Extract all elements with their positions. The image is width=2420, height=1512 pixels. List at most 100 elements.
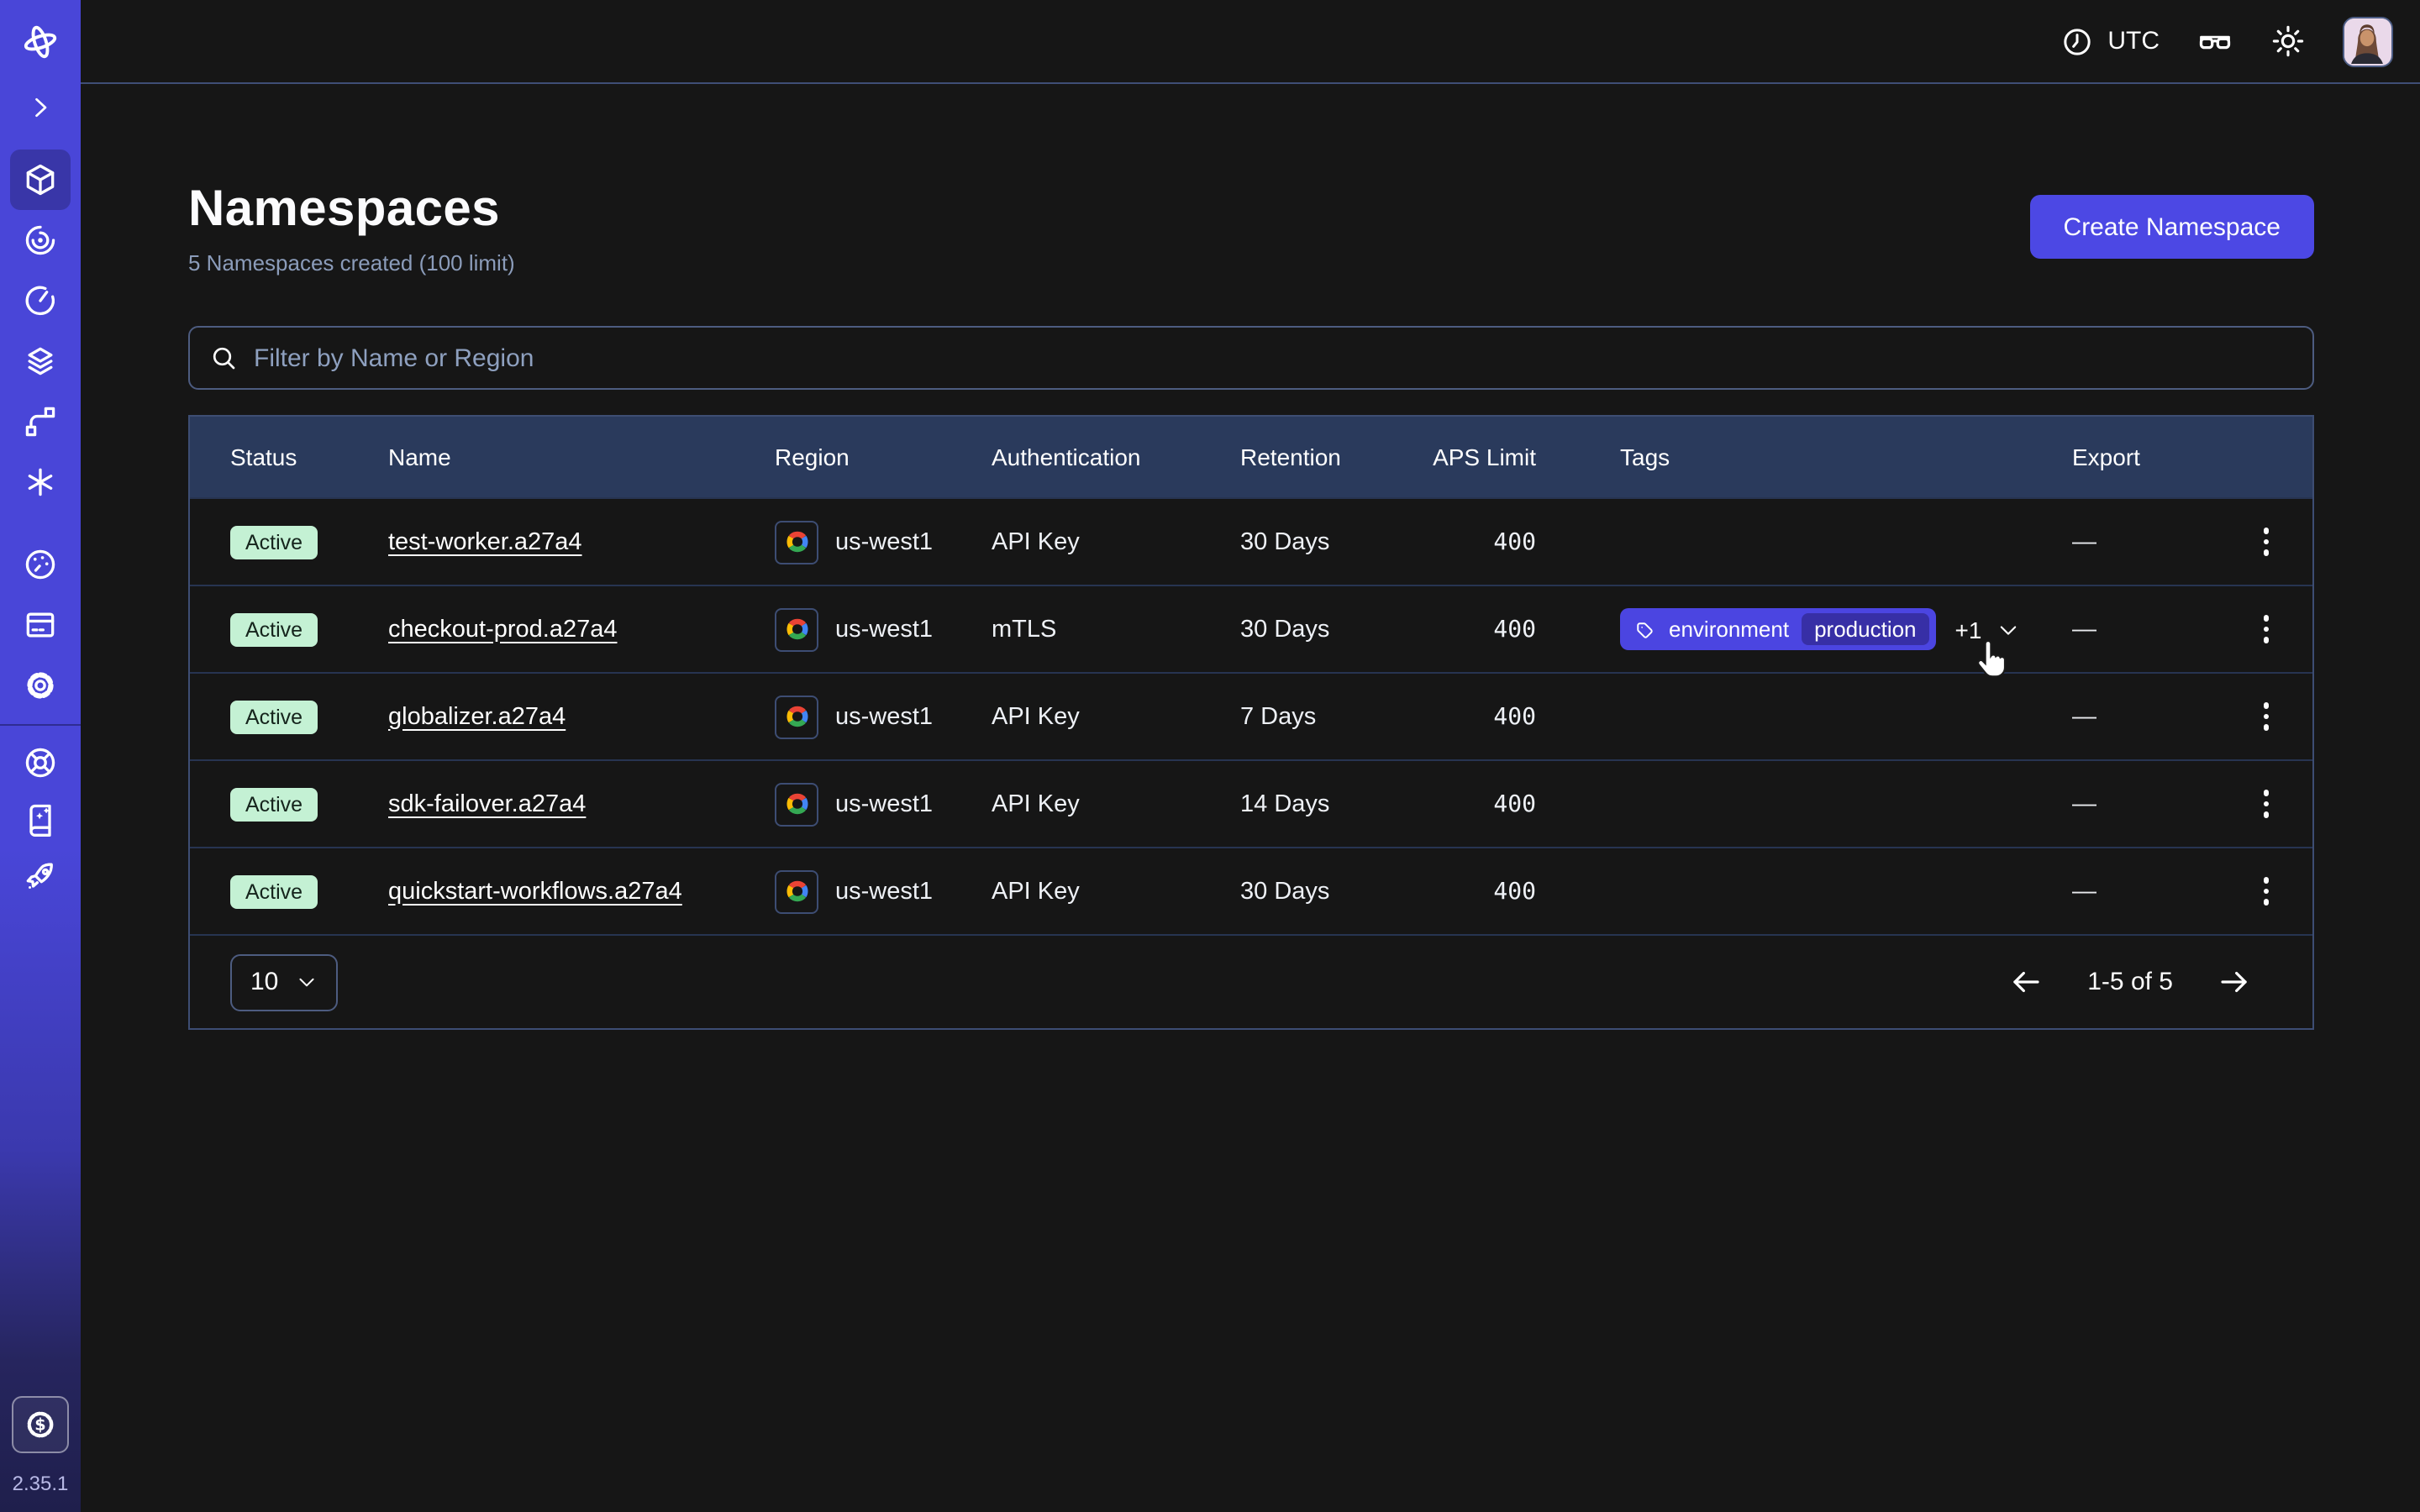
app-version: 2.35.1 bbox=[13, 1472, 69, 1495]
card-icon bbox=[22, 606, 59, 643]
col-tags: Tags bbox=[1536, 444, 2072, 470]
export-value: — bbox=[2072, 878, 2223, 905]
chevron-down-icon[interactable] bbox=[1996, 617, 2020, 641]
table-row: Active quickstart-workflows.a27a4 us-wes… bbox=[190, 847, 2312, 934]
auth-label: API Key bbox=[992, 528, 1240, 555]
auth-label: API Key bbox=[992, 878, 1240, 905]
region-label: us-west1 bbox=[835, 616, 933, 643]
row-menu-button[interactable] bbox=[2256, 784, 2275, 825]
aps-limit-value: 400 bbox=[1430, 528, 1536, 555]
region-label: us-west1 bbox=[835, 790, 933, 817]
export-value: — bbox=[2072, 790, 2223, 817]
row-menu-button[interactable] bbox=[2256, 609, 2275, 650]
timezone-selector[interactable]: UTC bbox=[2060, 24, 2160, 58]
namespace-link[interactable]: quickstart-workflows.a27a4 bbox=[388, 878, 682, 905]
sidebar-expand-button[interactable] bbox=[10, 77, 71, 138]
prev-page-button[interactable] bbox=[2008, 964, 2044, 1000]
namespace-link[interactable]: test-worker.a27a4 bbox=[388, 528, 582, 555]
sidebar-item-batch[interactable] bbox=[10, 452, 71, 512]
tag-key: environment bbox=[1669, 617, 1789, 642]
region-label: us-west1 bbox=[835, 528, 933, 555]
sidebar-item-settings[interactable] bbox=[10, 655, 71, 716]
export-value: — bbox=[2072, 703, 2223, 730]
temporal-logo[interactable] bbox=[10, 12, 71, 72]
layers-icon bbox=[22, 343, 59, 380]
tag-icon bbox=[1635, 618, 1657, 640]
credits-button[interactable]: $ bbox=[12, 1396, 69, 1453]
page-size-value: 10 bbox=[250, 968, 278, 996]
retention-label: 14 Days bbox=[1240, 790, 1430, 817]
spiral-icon bbox=[22, 222, 59, 259]
filter-input[interactable] bbox=[188, 326, 2314, 390]
col-name: Name bbox=[388, 444, 775, 470]
col-region: Region bbox=[775, 444, 992, 470]
sidebar-item-nexus[interactable] bbox=[10, 391, 71, 452]
gcp-cloud-icon bbox=[775, 695, 818, 738]
row-menu-button[interactable] bbox=[2256, 871, 2275, 912]
export-value: — bbox=[2072, 528, 2223, 555]
retention-label: 30 Days bbox=[1240, 878, 1430, 905]
namespace-link[interactable]: globalizer.a27a4 bbox=[388, 703, 566, 730]
auth-label: mTLS bbox=[992, 616, 1240, 643]
sidebar-item-usage[interactable] bbox=[10, 534, 71, 595]
status-badge: Active bbox=[230, 700, 318, 733]
sidebar-item-getting-started[interactable] bbox=[10, 848, 71, 906]
gcp-cloud-icon bbox=[775, 782, 818, 826]
sidebar-item-docs[interactable] bbox=[10, 791, 71, 848]
retention-label: 7 Days bbox=[1240, 703, 1430, 730]
namespace-link[interactable]: checkout-prod.a27a4 bbox=[388, 616, 618, 643]
region-label: us-west1 bbox=[835, 878, 933, 905]
page-subtitle: 5 Namespaces created (100 limit) bbox=[188, 250, 515, 276]
status-badge: Active bbox=[230, 612, 318, 646]
gauge-icon bbox=[22, 546, 59, 583]
table-row: Active test-worker.a27a4 us-west1 API Ke… bbox=[190, 497, 2312, 585]
asterisk-icon bbox=[22, 464, 59, 501]
pagination-range: 1-5 of 5 bbox=[2087, 968, 2173, 996]
sidebar-item-deployments[interactable] bbox=[10, 331, 71, 391]
sidebar-item-billing[interactable] bbox=[10, 595, 71, 655]
table-row: Active globalizer.a27a4 us-west1 API Key… bbox=[190, 672, 2312, 759]
status-badge: Active bbox=[230, 525, 318, 559]
sidebar-item-schedules[interactable] bbox=[10, 270, 71, 331]
aps-limit-value: 400 bbox=[1430, 878, 1536, 905]
col-aps-limit: APS Limit bbox=[1430, 444, 1536, 470]
table-header: Status Name Region Authentication Retent… bbox=[190, 417, 2312, 497]
sidebar-item-namespaces[interactable] bbox=[10, 150, 71, 210]
sidebar-divider bbox=[0, 724, 81, 726]
row-menu-button[interactable] bbox=[2256, 696, 2275, 738]
money-badge-icon: $ bbox=[22, 1406, 59, 1443]
accessibility-button[interactable] bbox=[2196, 23, 2233, 60]
create-namespace-button[interactable]: Create Namespace bbox=[2030, 195, 2314, 259]
tags-more-count: +1 bbox=[1955, 616, 1982, 643]
cube-icon bbox=[22, 161, 59, 198]
retention-label: 30 Days bbox=[1240, 528, 1430, 555]
branch-icon bbox=[22, 403, 59, 440]
gcp-cloud-icon bbox=[775, 869, 818, 913]
aps-limit-value: 400 bbox=[1430, 703, 1536, 730]
main-content: Namespaces 5 Namespaces created (100 lim… bbox=[81, 84, 2420, 1512]
page-size-select[interactable]: 10 bbox=[230, 953, 337, 1011]
tag-pill[interactable]: environment production bbox=[1620, 608, 1937, 650]
chevron-down-icon bbox=[295, 971, 317, 993]
user-avatar[interactable] bbox=[2343, 16, 2393, 66]
theme-toggle-button[interactable] bbox=[2270, 24, 2306, 59]
col-authentication: Authentication bbox=[992, 444, 1240, 470]
col-status: Status bbox=[230, 444, 388, 470]
export-value: — bbox=[2072, 616, 2223, 643]
svg-text:$: $ bbox=[34, 1415, 45, 1435]
lifebuoy-icon bbox=[22, 744, 59, 781]
status-badge: Active bbox=[230, 874, 318, 908]
row-menu-button[interactable] bbox=[2256, 522, 2275, 563]
gcp-cloud-icon bbox=[775, 607, 818, 651]
sun-icon bbox=[2270, 24, 2306, 59]
sidebar-item-support[interactable] bbox=[10, 734, 71, 791]
clock-icon bbox=[2060, 24, 2094, 58]
table-row: Active checkout-prod.a27a4 us-west1 mTLS… bbox=[190, 585, 2312, 672]
namespace-link[interactable]: sdk-failover.a27a4 bbox=[388, 790, 586, 817]
gcp-cloud-icon bbox=[775, 520, 818, 564]
sidebar-item-workflows[interactable] bbox=[10, 210, 71, 270]
next-page-button[interactable] bbox=[2217, 964, 2252, 1000]
region-label: us-west1 bbox=[835, 703, 933, 730]
auth-label: API Key bbox=[992, 790, 1240, 817]
col-retention: Retention bbox=[1240, 444, 1430, 470]
